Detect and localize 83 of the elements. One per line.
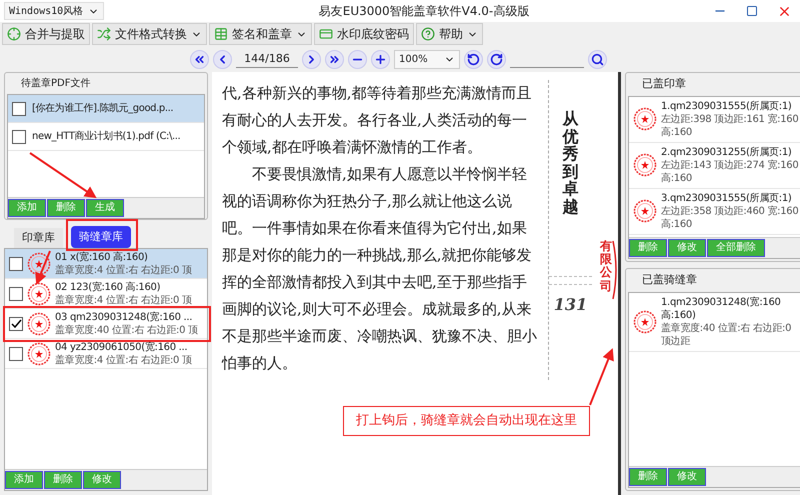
arrow <box>35 250 51 285</box>
last-page-button[interactable] <box>325 50 344 68</box>
applied-seal-item[interactable]: 1.qm2309031248(宽:160 高:160) 盖章宽度:40 位置:右 右边距:0 顶边距 <box>629 292 800 352</box>
stamp-text: 有限公司 <box>600 240 612 293</box>
seal-name: 1.qm2309031555(所属页:1) <box>661 100 792 112</box>
toolbar-button[interactable]: 文件格式转换 <box>92 23 207 45</box>
checkbox[interactable] <box>9 316 23 330</box>
seal-item[interactable]: 01 x(宽:160 高:160) 盖章宽度:4 位置:右 右边距:0 顶 <box>5 249 207 279</box>
table-icon <box>214 27 228 41</box>
toolbar-button[interactable]: 合并与提取 <box>2 23 90 45</box>
shuffle-icon <box>97 27 111 41</box>
chapter-title: 从优秀到卓越 <box>562 110 578 216</box>
rotate-left-button[interactable] <box>464 50 483 68</box>
applied-seal-item[interactable]: 1.qm2309031555(所属页:1) 左边距:398 顶边距:161 宽:160 高:160 <box>629 96 800 142</box>
seal-details: 盖章宽度:4 位置:右 右边距:0 顶 <box>55 294 192 306</box>
seal-icon <box>633 153 657 177</box>
panel-title: 已盖印章 <box>641 76 687 92</box>
seal-name: 2.qm2309031255(所属页:1) <box>661 146 792 158</box>
seal-name: 01 x(宽:160 高:160) <box>55 250 149 264</box>
first-page-button[interactable] <box>190 50 209 68</box>
seal-details: 盖章宽度:40 位置:右 右边距:0 顶 <box>55 324 198 336</box>
seal-name: 02 123(宽:160 高:160) <box>55 280 162 294</box>
seal-icon <box>27 252 51 276</box>
annotation-box <box>66 219 138 251</box>
seal-item[interactable]: 03 qm2309031248(宽:160 ... 盖章宽度:40 位置:右 右边距:0 顶 <box>5 309 207 339</box>
window-title: 易友EU3000智能盖章软件V4.0-高级版 <box>318 3 530 20</box>
seal-item[interactable]: 04 yz2309061050(宽:160 ... 盖章宽度:4 位置:右 右边距:0 顶 <box>5 339 207 369</box>
seal-details: 左边距:143 顶边距:274 宽:160 高:160 <box>661 158 799 184</box>
rotate-right-button[interactable] <box>487 50 506 68</box>
page-field[interactable]: 144/186 <box>236 50 298 68</box>
seal-name: 1.qm2309031248(宽:160 高:160) <box>661 296 782 322</box>
seal-details: 盖章宽度:4 位置:右 右边距:0 顶 <box>55 354 192 366</box>
seal-icon <box>633 107 657 131</box>
panel-title: 待盖章PDF文件 <box>20 76 92 91</box>
seal-details: 盖章宽度:4 位置:右 右边距:0 顶 <box>55 264 192 276</box>
previous-page-button[interactable] <box>213 50 232 68</box>
search-button[interactable] <box>588 50 607 68</box>
seal-tab[interactable]: 印章库 <box>14 228 63 248</box>
seal-details: 左边距:398 顶边距:161 宽:160 高:160 <box>661 112 799 138</box>
seal-icon <box>633 310 657 334</box>
seal-details: 盖章宽度:40 位置:右 右边距:0 顶边距 <box>661 322 792 348</box>
toolbar-button[interactable]: 签名和盖章 <box>209 23 312 45</box>
applied-seal-item[interactable]: 2.qm2309031255(所属页:1) 左边距:143 顶边距:274 宽:160 高:160 <box>629 142 800 188</box>
zoom-in-icon <box>374 52 387 66</box>
crosshair-icon <box>7 27 21 41</box>
seal-icon <box>27 312 51 336</box>
arrow <box>29 152 97 198</box>
checkbox[interactable] <box>9 256 23 270</box>
panel-title: 已盖骑缝章 <box>641 272 698 288</box>
toolbar-button[interactable]: 水印底纹密码 <box>314 23 414 45</box>
help-icon <box>421 27 435 41</box>
zoom-in-button[interactable] <box>371 50 390 68</box>
zoom-select[interactable]: 100% <box>394 50 460 68</box>
paragraph: 不要畏惧激情,如果有人愿意以半怜悯半轻视的语调称你为狂热分子,那么就让他这么说吧。一件事情如果在你看来值得为它付出,如果那是对你的能力的一种挑战,那么,就把你能够发挥的全部激情都投入到其中去吧,至于那些指手画脚的议论,则大可不必理会。成就最多的,从来不是那些半途而废、冷嘲热讽、犹豫不决、胆小怕事的人。 <box>222 164 538 374</box>
checkbox[interactable] <box>9 346 23 360</box>
maximize-icon <box>746 5 758 17</box>
seal-item[interactable]: 02 123(宽:160 高:160) 盖章宽度:4 位置:右 右边距:0 顶 <box>5 279 207 309</box>
card-icon <box>319 27 333 41</box>
rotate-right-icon <box>490 52 503 66</box>
search-icon <box>591 52 604 66</box>
next-page-button[interactable] <box>302 50 321 68</box>
arrow <box>589 348 614 406</box>
checkbox[interactable] <box>12 130 26 144</box>
seal-tab[interactable]: 骑缝章库 <box>71 226 131 248</box>
rotate-left-icon <box>467 52 480 66</box>
seal-icon <box>27 342 51 366</box>
toolbar-button[interactable]: 帮助 <box>416 23 483 45</box>
seal-name: 04 yz2309061050(宽:160 ... <box>55 340 188 354</box>
paragraph: 代,各种新兴的事物,都等待着那些充满激情而且有耐心的人去开发。各行各业,人类活动的每一个领域,都在呼唤着满怀激情的工作者。 <box>222 83 533 158</box>
seal-icon <box>633 199 657 223</box>
seal-name: 3.qm2309031555(所属页:1) <box>661 192 792 204</box>
applied-seal-item[interactable]: 3.qm2309031555(所属页:1) 左边距:358 顶边距:460 宽:160 高:160 <box>629 188 800 234</box>
seal-arc-icon <box>612 240 618 300</box>
file-item[interactable]: [你在为谁工作].陈凯元_good.p... <box>8 95 204 123</box>
style-select[interactable]: Windows10风格 <box>4 2 104 20</box>
callout-text: 打上钩后，骑缝章就会自动出现在这里 <box>343 406 590 436</box>
checkbox[interactable] <box>12 102 26 116</box>
page-number: 131 <box>549 284 592 317</box>
checkbox[interactable] <box>9 286 23 300</box>
seal-icon <box>27 282 51 306</box>
zoom-out-button[interactable] <box>348 50 367 68</box>
seal-name: 03 qm2309031248(宽:160 ... <box>55 310 194 324</box>
seal-details: 左边距:358 顶边距:460 宽:160 高:160 <box>661 204 799 230</box>
